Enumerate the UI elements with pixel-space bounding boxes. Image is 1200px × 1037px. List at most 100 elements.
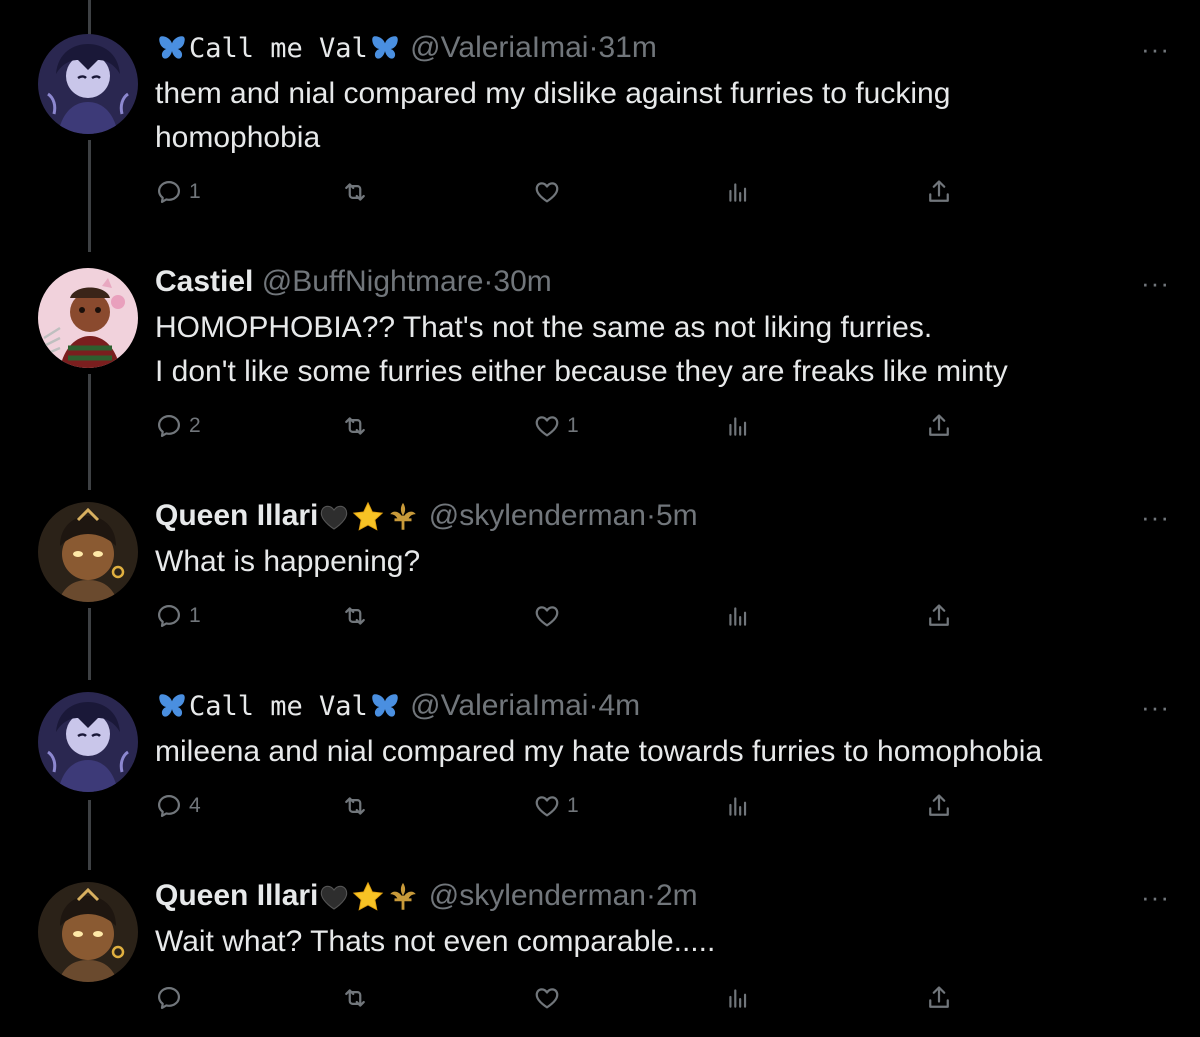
tweet-header: Queen Illari @skylenderman·2m xyxy=(155,878,698,915)
retweet-icon xyxy=(341,412,369,440)
thread-line xyxy=(88,800,91,870)
views-button[interactable] xyxy=(725,172,751,212)
black-heart-icon xyxy=(321,505,348,530)
user-handle[interactable]: @skylenderman xyxy=(429,879,646,912)
timestamp[interactable]: 2m xyxy=(656,879,698,912)
reply-icon xyxy=(155,792,183,820)
share-button[interactable] xyxy=(925,786,953,826)
reply-button[interactable] xyxy=(155,978,189,1018)
share-button[interactable] xyxy=(925,172,953,212)
views-button[interactable] xyxy=(725,786,751,826)
display-name[interactable]: Call me Val xyxy=(189,691,368,722)
retweet-button[interactable] xyxy=(341,786,375,826)
share-icon xyxy=(925,984,953,1012)
share-icon xyxy=(925,412,953,440)
share-button[interactable] xyxy=(925,596,953,636)
heart-icon xyxy=(533,792,561,820)
share-button[interactable] xyxy=(925,978,953,1018)
views-button[interactable] xyxy=(725,596,751,636)
views-button[interactable] xyxy=(725,978,751,1018)
display-name[interactable]: Call me Val xyxy=(189,33,368,64)
share-icon xyxy=(925,178,953,206)
timestamp[interactable]: 5m xyxy=(656,499,698,532)
share-icon xyxy=(925,792,953,820)
illari-avatar-icon xyxy=(38,882,138,982)
reply-button[interactable]: 2 xyxy=(155,406,201,446)
display-name[interactable]: Queen Illari xyxy=(155,499,318,532)
action-bar: 1 xyxy=(155,596,975,636)
avatar[interactable] xyxy=(38,882,138,982)
butterfly-icon xyxy=(155,690,189,724)
avatar[interactable] xyxy=(38,502,138,602)
more-options-icon[interactable]: ··· xyxy=(1141,34,1170,65)
reply-button[interactable]: 1 xyxy=(155,172,201,212)
tweet-text: What is happening? xyxy=(155,540,1155,584)
retweet-button[interactable] xyxy=(341,406,375,446)
retweet-button[interactable] xyxy=(341,596,375,636)
display-name[interactable]: Castiel xyxy=(155,265,253,298)
thread-line xyxy=(88,140,91,252)
views-icon xyxy=(725,603,751,629)
views-icon xyxy=(725,413,751,439)
like-button[interactable]: 1 xyxy=(533,406,579,446)
timestamp[interactable]: 31m xyxy=(598,31,656,64)
share-icon xyxy=(925,602,953,630)
reply-count: 1 xyxy=(189,180,201,203)
display-name[interactable]: Queen Illari xyxy=(155,879,318,912)
action-bar: 1 xyxy=(155,172,975,212)
star-icon xyxy=(353,881,384,911)
tweet-text-line: What is happening? xyxy=(155,545,421,578)
timestamp[interactable]: 4m xyxy=(598,689,640,722)
action-bar xyxy=(155,978,975,1018)
tweet-text: them and nial compared my dislike agains… xyxy=(155,72,1155,160)
share-button[interactable] xyxy=(925,406,953,446)
heart-icon xyxy=(533,602,561,630)
timestamp[interactable]: 30m xyxy=(493,265,551,298)
freddy-krueger-avatar-icon xyxy=(38,268,138,368)
tweet-text-line: HOMOPHOBIA?? That's not the same as not … xyxy=(155,311,933,344)
separator: · xyxy=(483,265,494,298)
retweet-icon xyxy=(341,792,369,820)
black-heart-icon xyxy=(321,885,348,910)
reply-icon xyxy=(155,602,183,630)
like-button[interactable] xyxy=(533,172,567,212)
reply-icon xyxy=(155,984,183,1012)
more-options-icon[interactable]: ··· xyxy=(1141,502,1170,533)
avatar[interactable] xyxy=(38,34,138,134)
user-handle[interactable]: @BuffNightmare xyxy=(262,265,484,298)
user-handle[interactable]: @skylenderman xyxy=(429,499,646,532)
reply-count: 1 xyxy=(189,604,201,627)
heart-icon xyxy=(533,984,561,1012)
thread-line xyxy=(88,0,91,38)
reply-count: 2 xyxy=(189,414,201,437)
like-count: 1 xyxy=(567,414,579,437)
user-handle[interactable]: @ValeriaImai xyxy=(410,689,588,722)
retweet-icon xyxy=(341,178,369,206)
more-options-icon[interactable]: ··· xyxy=(1141,692,1170,723)
butterfly-icon xyxy=(368,32,402,66)
separator: · xyxy=(588,31,599,64)
more-options-icon[interactable]: ··· xyxy=(1141,882,1170,913)
retweet-button[interactable] xyxy=(341,978,375,1018)
views-button[interactable] xyxy=(725,406,751,446)
more-options-icon[interactable]: ··· xyxy=(1141,268,1170,299)
reply-icon xyxy=(155,412,183,440)
tweet-header: Castiel @BuffNightmare·30m xyxy=(155,264,552,300)
avatar[interactable] xyxy=(38,692,138,792)
anime-girl-avatar-icon xyxy=(38,692,138,792)
tweet-text-line: homophobia xyxy=(155,121,321,154)
illari-avatar-icon xyxy=(38,502,138,602)
thread-line xyxy=(88,608,91,680)
like-button[interactable] xyxy=(533,978,567,1018)
separator: · xyxy=(645,879,656,912)
retweet-button[interactable] xyxy=(341,172,375,212)
views-icon xyxy=(725,985,751,1011)
tweet-header: Call me Val @ValeriaImai·31m xyxy=(155,30,657,67)
reply-button[interactable]: 4 xyxy=(155,786,201,826)
avatar[interactable] xyxy=(38,268,138,368)
reply-button[interactable]: 1 xyxy=(155,596,201,636)
butterfly-icon xyxy=(368,690,402,724)
like-button[interactable] xyxy=(533,596,567,636)
user-handle[interactable]: @ValeriaImai xyxy=(410,31,588,64)
like-button[interactable]: 1 xyxy=(533,786,579,826)
